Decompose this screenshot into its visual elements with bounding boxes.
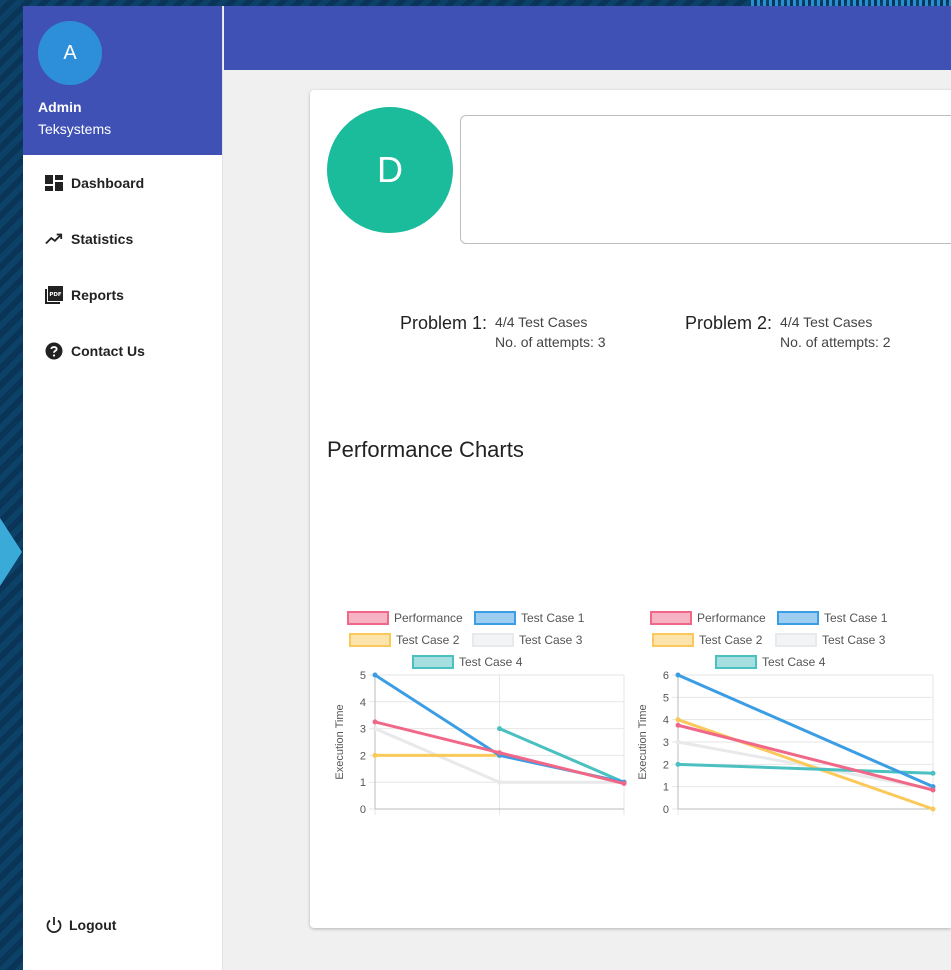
logout-label: Logout bbox=[69, 917, 117, 933]
student-avatar: D bbox=[327, 107, 453, 233]
legend-label: Test Case 3 bbox=[822, 633, 886, 647]
pdf-icon: PDF bbox=[45, 286, 63, 304]
student-card: D Problem 1: 4/4 Test Cases No. of attem… bbox=[310, 90, 951, 928]
data-point bbox=[930, 770, 936, 776]
sidebar-item-label: Statistics bbox=[71, 231, 134, 247]
legend-label: Test Case 1 bbox=[824, 611, 888, 625]
data-point bbox=[497, 726, 502, 732]
top-app-bar bbox=[224, 6, 951, 70]
problem-test-cases: 4/4 Test Cases bbox=[495, 314, 588, 330]
trending-up-icon bbox=[45, 230, 63, 248]
y-tick-label: 1 bbox=[663, 782, 669, 794]
user-avatar[interactable]: A bbox=[38, 21, 102, 85]
data-point bbox=[372, 726, 378, 732]
problem-attempts: No. of attempts: 3 bbox=[495, 334, 606, 350]
sidebar-item-label: Dashboard bbox=[71, 175, 145, 191]
y-axis-label: Execution Time bbox=[637, 704, 649, 779]
legend-swatch bbox=[474, 611, 516, 625]
y-tick-label: 6 bbox=[663, 670, 669, 682]
data-point bbox=[675, 739, 681, 745]
y-tick-label: 2 bbox=[360, 750, 366, 762]
data-point bbox=[372, 672, 378, 678]
series-line bbox=[677, 723, 934, 792]
sidebar-item-dashboard[interactable]: Dashboard bbox=[23, 155, 222, 211]
legend-label: Test Case 4 bbox=[762, 655, 826, 669]
data-point bbox=[675, 761, 681, 767]
desktop-arrow bbox=[0, 518, 22, 586]
problem-2-summary: Problem 2: 4/4 Test Cases No. of attempt… bbox=[685, 312, 891, 352]
legend-swatch bbox=[652, 633, 694, 647]
legend-swatch bbox=[650, 611, 692, 625]
data-point bbox=[930, 787, 936, 793]
data-point bbox=[675, 722, 681, 728]
data-point bbox=[930, 806, 936, 812]
data-point bbox=[372, 719, 378, 725]
power-icon bbox=[45, 916, 63, 934]
y-tick-label: 2 bbox=[663, 759, 669, 771]
legend-label: Performance bbox=[394, 611, 463, 625]
problem-2-chart: Performance Test Case 1 Test Case 2 Test Ca… bbox=[637, 611, 936, 815]
legend-swatch bbox=[777, 611, 819, 625]
problem-1-chart: Performance Test Case 1 Test Case 2 Test Ca… bbox=[334, 611, 627, 815]
user-organization: Teksystems bbox=[38, 121, 112, 137]
dashboard-icon bbox=[45, 174, 63, 192]
data-point bbox=[372, 752, 378, 758]
legend-label: Test Case 2 bbox=[396, 633, 460, 647]
student-info-box[interactable] bbox=[460, 115, 951, 244]
sidebar-item-statistics[interactable]: Statistics bbox=[23, 211, 222, 267]
logout-button[interactable]: Logout bbox=[45, 916, 116, 934]
y-tick-label: 3 bbox=[663, 737, 669, 749]
data-point bbox=[675, 717, 681, 723]
legend-swatch bbox=[715, 655, 757, 669]
y-tick-label: 1 bbox=[360, 777, 366, 789]
y-tick-label: 0 bbox=[663, 804, 669, 815]
sidebar-item-label: Reports bbox=[71, 287, 124, 303]
problem-test-cases: 4/4 Test Cases bbox=[780, 314, 873, 330]
help-circle-icon bbox=[45, 342, 63, 360]
y-tick-label: 5 bbox=[360, 670, 366, 682]
sidebar-item-label: Contact Us bbox=[71, 343, 145, 359]
sidebar-item-contact-us[interactable]: Contact Us bbox=[23, 323, 222, 379]
sidebar: A Admin Teksystems Dashboard Statistics … bbox=[23, 6, 223, 970]
svg-text:PDF: PDF bbox=[49, 292, 62, 298]
legend-swatch bbox=[347, 611, 389, 625]
problem-1-summary: Problem 1: 4/4 Test Cases No. of attempt… bbox=[400, 312, 606, 352]
sidebar-header: A Admin Teksystems bbox=[23, 6, 222, 155]
y-axis-label: Execution Time bbox=[334, 704, 346, 779]
y-tick-label: 0 bbox=[360, 804, 366, 815]
app-window: A Admin Teksystems Dashboard Statistics … bbox=[23, 6, 951, 970]
sidebar-item-reports[interactable]: PDF Reports bbox=[23, 267, 222, 323]
legend-swatch bbox=[412, 655, 454, 669]
legend-label: Test Case 3 bbox=[519, 633, 583, 647]
data-point bbox=[621, 781, 627, 787]
problem-label: Problem 2: bbox=[685, 313, 773, 333]
data-point bbox=[497, 750, 502, 756]
legend-label: Performance bbox=[697, 611, 766, 625]
user-name: Admin bbox=[38, 99, 82, 115]
legend-label: Test Case 2 bbox=[699, 633, 763, 647]
y-tick-label: 4 bbox=[663, 715, 669, 727]
performance-charts-title: Performance Charts bbox=[327, 437, 524, 462]
legend-swatch bbox=[472, 633, 514, 647]
legend-swatch bbox=[349, 633, 391, 647]
y-tick-label: 4 bbox=[360, 697, 366, 709]
data-point bbox=[497, 779, 502, 785]
legend-label: Test Case 1 bbox=[521, 611, 585, 625]
legend-swatch bbox=[775, 633, 817, 647]
y-tick-label: 3 bbox=[360, 724, 366, 736]
problem-label: Problem 1: bbox=[400, 313, 488, 333]
problem-attempts: No. of attempts: 2 bbox=[780, 334, 891, 350]
data-point bbox=[675, 672, 681, 678]
y-tick-label: 5 bbox=[663, 692, 669, 704]
legend-label: Test Case 4 bbox=[459, 655, 523, 669]
